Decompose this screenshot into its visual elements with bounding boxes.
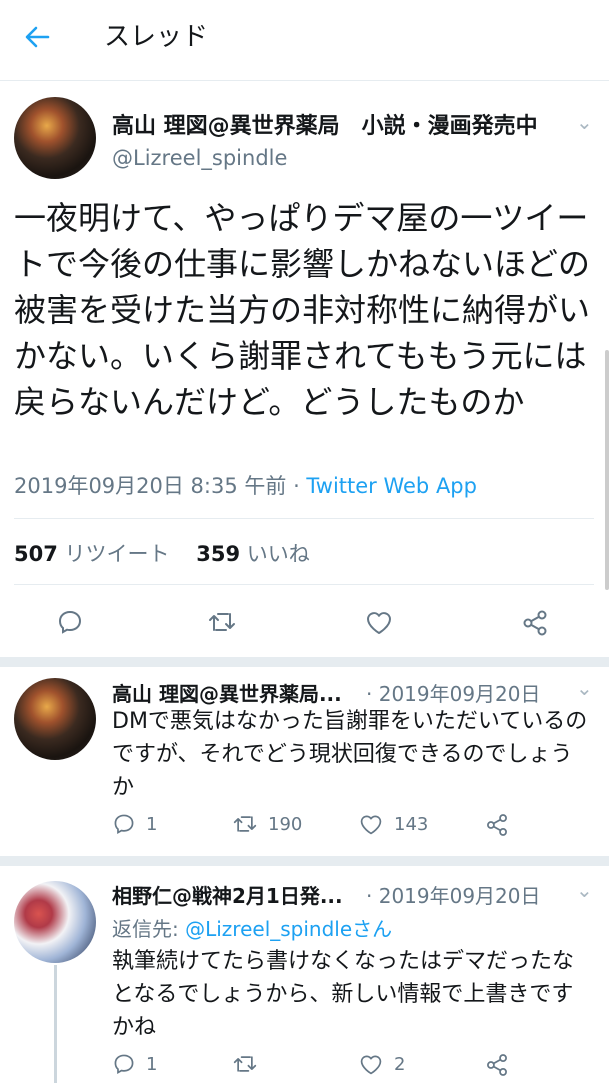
tweet-text: 一夜明けて、やっぱりデマ屋の一ツイートで今後の仕事に影響しかねないほどの被害を受… [14,199,591,421]
reply-button[interactable] [56,608,84,636]
divider [14,518,594,519]
author-name[interactable]: 高山 理図@異世界薬局 小説・漫画発売中 [112,108,538,140]
header-bar: スレッド [0,0,609,81]
share-button[interactable] [484,812,510,838]
reply-text: 執筆続けてたら書けなくなったはデマだったなとなるでしょうから、新しい情報で上書き… [112,949,575,1040]
retweet-count[interactable]: 507 [14,542,58,566]
scrollbar[interactable] [605,350,609,590]
reply-to: 返信先: @Lizreel_spindleさん [112,913,392,942]
share-button[interactable] [484,1052,510,1078]
like-count: 143 [394,813,429,835]
retweet-button[interactable] [232,1052,268,1076]
share-icon [484,1052,510,1078]
section-divider [0,657,609,667]
heart-icon [364,608,394,636]
thread-line [54,965,57,1083]
reply-button[interactable]: 1 [112,812,157,836]
reply-date[interactable]: · 2019年09月20日 [366,678,541,707]
tweet-client-link[interactable]: Twitter Web App [306,474,477,498]
like-button[interactable]: 143 [358,812,428,836]
share-icon [520,608,550,638]
retweet-count: 190 [268,813,303,835]
like-button[interactable]: 2 [358,1052,405,1076]
author-name[interactable]: 高山 理図@異世界薬局... [112,678,342,707]
reply-to-label: 返信先: [112,917,186,941]
retweet-icon [207,608,237,636]
chevron-down-icon[interactable]: ⌄ [576,676,593,700]
tweet-timestamp: 2019年09月20日 8:35 午前 · [14,474,307,498]
like-count[interactable]: 359 [196,542,240,566]
share-button[interactable] [520,608,550,638]
reply-count: 1 [146,813,158,835]
retweet-icon [232,1052,258,1076]
like-label[interactable]: いいね [247,542,310,566]
divider [14,584,594,585]
avatar[interactable] [14,881,96,963]
retweet-icon [232,812,258,836]
avatar[interactable] [14,97,96,179]
chevron-down-icon[interactable]: ⌄ [576,110,593,134]
retweet-button[interactable]: 190 [232,812,302,836]
reply-button[interactable]: 1 [112,1052,157,1076]
retweet-button[interactable] [207,608,237,636]
reply-date[interactable]: · 2019年09月20日 [366,880,541,909]
section-divider [0,856,609,866]
heart-icon [358,1052,384,1076]
reply-icon [112,812,136,836]
chevron-down-icon[interactable]: ⌄ [576,878,593,902]
reply-icon [112,1052,136,1076]
tweet-meta: 2019年09月20日 8:35 午前 · Twitter Web App [14,470,477,500]
retweet-label[interactable]: リツイート [65,542,170,566]
share-icon [484,812,510,838]
like-button[interactable] [364,608,394,636]
avatar[interactable] [14,678,96,760]
reply-to-handle[interactable]: @Lizreel_spindleさん [185,917,392,941]
author-name[interactable]: 相野仁@戦神2月1日発... [112,880,343,909]
tweet-stats: 507 リツイート 359 いいね [14,538,310,568]
author-handle[interactable]: @Lizreel_spindle [112,146,287,170]
reply-text: DMで悪気はなかった旨謝罪をいただいているのですが、それでどう現状回復できるので… [112,709,588,800]
reply-icon [56,608,84,636]
back-arrow-icon[interactable] [22,22,52,52]
like-count: 2 [394,1053,406,1075]
reply-count: 1 [146,1053,158,1075]
page-title: スレッド [104,22,209,52]
heart-icon [358,812,384,836]
